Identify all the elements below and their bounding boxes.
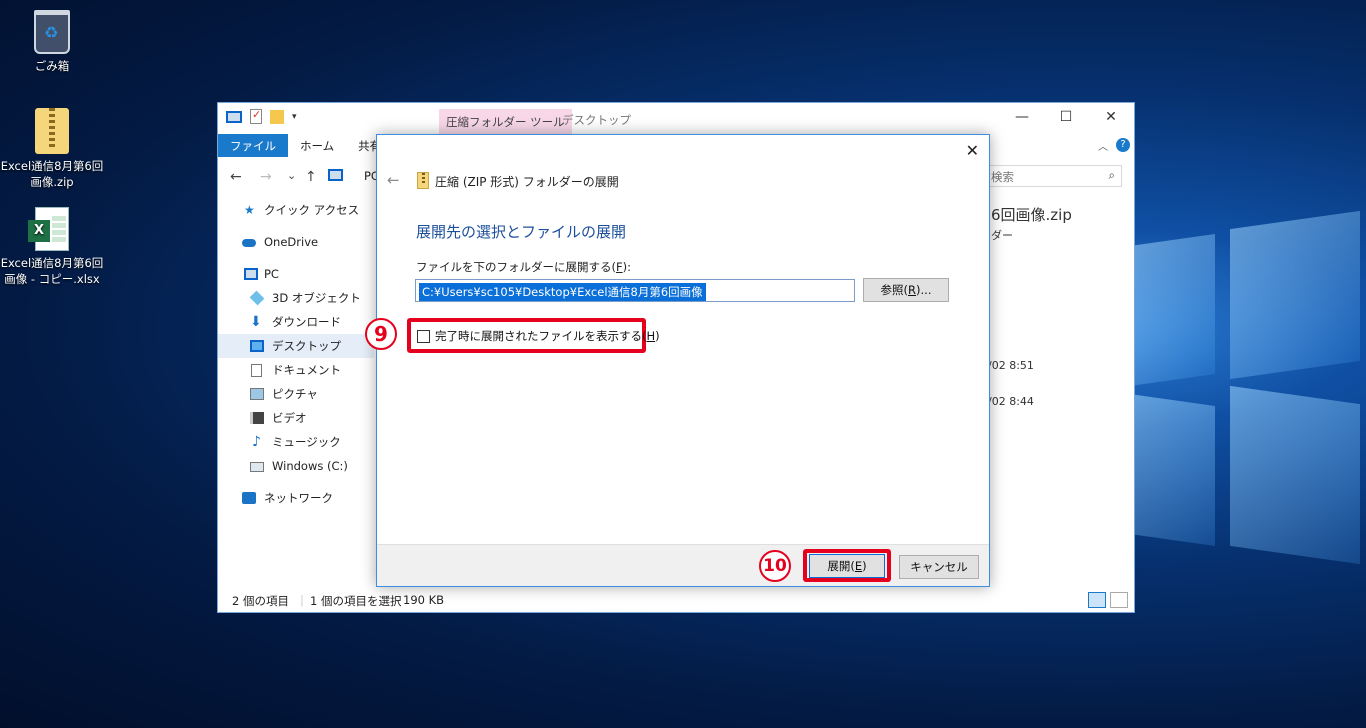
zip-file-icon[interactable]: Excel通信8月第6回画像.zip — [0, 108, 107, 190]
dialog-back-icon[interactable]: ← — [387, 171, 400, 189]
dialog-title: 圧縮 (ZIP 形式) フォルダーの展開 — [435, 175, 619, 189]
dialog-heading: 展開先の選択とファイルの展開 — [416, 223, 627, 241]
cloud-icon — [242, 239, 256, 247]
nav-item-pc[interactable]: PC — [218, 262, 374, 286]
computer-icon — [244, 268, 258, 280]
show-files-checkbox[interactable] — [417, 330, 430, 343]
help-icon[interactable]: ? — [1116, 138, 1130, 152]
selection-count: 1 個の項目を選択 — [310, 594, 402, 608]
nav-item-3d-objects[interactable]: 3D オブジェクト — [218, 286, 374, 310]
nav-item-windows-c[interactable]: Windows (C:) — [218, 454, 374, 478]
highlight-box-extract: 展開(E) — [803, 549, 891, 582]
extract-dialog: ✕ ← 圧縮 (ZIP 形式) フォルダーの展開 展開先の選択とファイルの展開 … — [365, 134, 990, 587]
contextual-tab-compressed[interactable]: 圧縮フォルダー ツール — [439, 109, 572, 135]
desktop-icon — [250, 340, 264, 352]
network-icon — [242, 492, 256, 504]
cancel-button[interactable]: キャンセル — [899, 555, 979, 579]
browse-button[interactable]: 参照(R)... — [863, 278, 949, 302]
nav-item-network[interactable]: ネットワーク — [218, 486, 374, 510]
recycle-bin-icon[interactable]: ごみ箱 — [0, 10, 107, 74]
step-9-badge: 9 — [365, 318, 397, 350]
navigation-pane: ★ クイック アクセス OneDrive PC 3D オブジェクト ⬇ ダウンロード… — [218, 198, 374, 510]
zip-folder-icon — [417, 172, 429, 189]
large-icons-view-icon[interactable] — [1110, 592, 1128, 608]
excel-file-icon[interactable]: X Excel通信8月第6回画像 - コピー.xlsx — [0, 207, 107, 287]
recent-locations-icon[interactable]: ⌄ — [287, 169, 296, 182]
excel-icon: X — [28, 207, 69, 251]
dialog-footer — [377, 544, 989, 586]
show-files-label[interactable]: 完了時に展開されたファイルを表示する(H) — [435, 328, 660, 344]
date-created: /02 8:44 — [988, 395, 1034, 408]
nav-item-onedrive[interactable]: OneDrive — [218, 230, 374, 254]
back-icon[interactable]: ← — [230, 169, 242, 185]
properties-icon[interactable] — [250, 108, 262, 124]
extract-button[interactable]: 展開(E) — [809, 554, 885, 578]
collapse-ribbon-icon[interactable]: ︿ — [1098, 138, 1108, 153]
maximize-button[interactable]: ☐ — [1056, 109, 1076, 125]
nav-item-pictures[interactable]: ピクチャ — [218, 382, 374, 406]
picture-icon — [250, 388, 264, 400]
pc-icon — [328, 169, 343, 181]
music-icon: ♪ — [252, 434, 261, 450]
up-icon[interactable]: ↑ — [305, 169, 317, 185]
destination-path-value: C:¥Users¥sc105¥Desktop¥Excel通信8月第6回画像 — [419, 283, 706, 301]
close-button[interactable]: ✕ — [1101, 109, 1121, 125]
computer-icon[interactable] — [226, 110, 242, 123]
trash-icon — [34, 10, 70, 54]
file-name-fragment: 6回画像.zip — [991, 206, 1072, 224]
nav-item-downloads[interactable]: ⬇ ダウンロード — [218, 310, 374, 334]
title-bar: ▾ 圧縮フォルダー ツール デスクトップ — ☐ ✕ — [218, 103, 1134, 135]
cube-icon — [249, 290, 265, 306]
forward-icon[interactable]: → — [260, 169, 272, 185]
nav-item-documents[interactable]: ドキュメント — [218, 358, 374, 382]
date-modified: /02 8:51 — [988, 359, 1034, 372]
customize-dropdown-icon[interactable]: ▾ — [292, 112, 297, 122]
star-icon: ★ — [244, 203, 255, 217]
nav-item-desktop[interactable]: デスクトップ — [218, 334, 374, 358]
search-icon: ⌕ — [1108, 168, 1115, 182]
step-10-badge: 10 — [759, 550, 791, 582]
minimize-button[interactable]: — — [1012, 109, 1032, 125]
nav-item-music[interactable]: ♪ ミュージック — [218, 430, 374, 454]
destination-path-input[interactable]: C:¥Users¥sc105¥Desktop¥Excel通信8月第6回画像 — [415, 279, 855, 302]
new-folder-icon[interactable] — [270, 109, 284, 124]
windows-logo-wallpaper — [1120, 200, 1360, 600]
video-icon — [250, 412, 264, 424]
window-title: デスクトップ — [562, 113, 631, 127]
zip-folder-icon — [35, 108, 69, 154]
tab-home[interactable]: ホーム — [288, 134, 346, 157]
nav-item-videos[interactable]: ビデオ — [218, 406, 374, 430]
file-type-fragment: ダー — [991, 229, 1013, 242]
search-input[interactable]: 検索 ⌕ — [984, 165, 1122, 187]
download-icon: ⬇ — [250, 314, 262, 330]
search-placeholder: 検索 — [991, 170, 1014, 184]
desktop-icon-label: ごみ箱 — [34, 59, 70, 73]
drive-icon — [250, 462, 264, 472]
selection-size: 190 KB — [403, 593, 445, 607]
details-view-icon[interactable] — [1088, 592, 1106, 608]
item-count: 2 個の項目 — [232, 594, 289, 608]
desktop-icon-label: Excel通信8月第6回画像 - コピー.xlsx — [0, 256, 104, 286]
document-icon — [251, 364, 262, 377]
status-bar: 2 個の項目 | 1 個の項目を選択 190 KB — [218, 588, 1134, 612]
desktop-icon-label: Excel通信8月第6回画像.zip — [0, 159, 104, 189]
destination-label: ファイルを下のフォルダーに展開する(F): — [416, 260, 631, 274]
nav-item-quick-access[interactable]: ★ クイック アクセス — [218, 198, 374, 222]
tab-file[interactable]: ファイル — [218, 134, 288, 157]
dialog-close-button[interactable]: ✕ — [966, 141, 979, 160]
ribbon-tabs: ファイル ホーム 共有 — [218, 134, 393, 157]
highlight-box-checkbox: 完了時に展開されたファイルを表示する(H) — [407, 318, 660, 353]
quick-access-toolbar: ▾ — [226, 108, 297, 124]
